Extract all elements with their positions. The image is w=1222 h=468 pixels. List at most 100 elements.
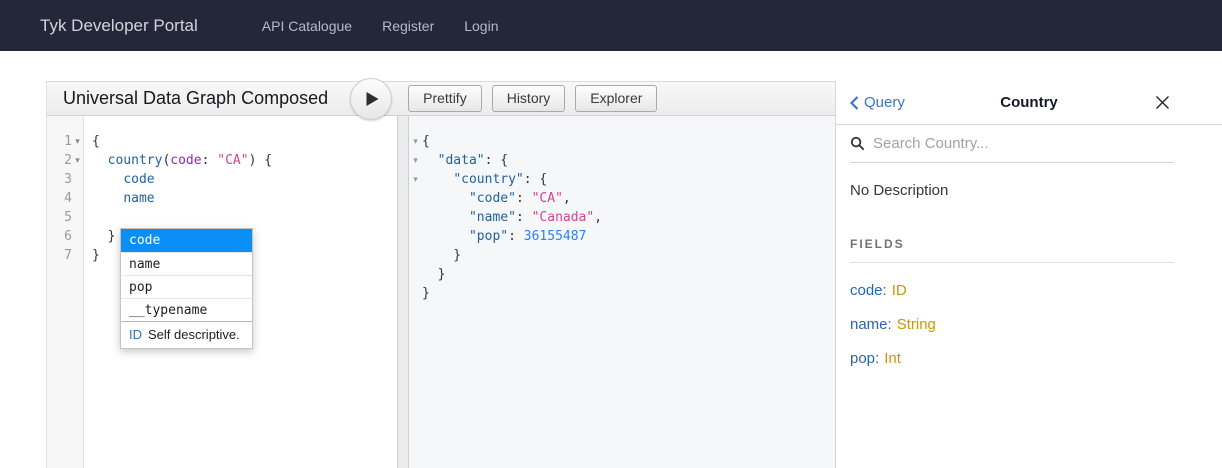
gutter-line: 6 bbox=[47, 227, 83, 246]
field-name-link[interactable]: name bbox=[850, 316, 888, 333]
fold-arrow-icon[interactable]: ▾ bbox=[409, 151, 422, 170]
code-token: "country" bbox=[453, 172, 523, 187]
code-token bbox=[422, 153, 438, 168]
navbar-links: API Catalogue Register Login bbox=[232, 18, 499, 34]
code-token bbox=[422, 172, 453, 187]
code-line: "name": "Canada", bbox=[422, 208, 602, 227]
doc-explorer: Query Country No Descript bbox=[835, 81, 1222, 468]
code-line: "country": { bbox=[422, 170, 547, 189]
nav-link-register[interactable]: Register bbox=[382, 18, 434, 34]
toolbar-buttons: Prettify History Explorer bbox=[392, 85, 657, 112]
code-token: "code" bbox=[469, 191, 516, 206]
gutter-line: 3 bbox=[47, 170, 83, 189]
fold-arrow-icon[interactable]: ▾ bbox=[409, 170, 422, 189]
code-token bbox=[92, 172, 123, 187]
field-colon: : bbox=[883, 282, 887, 299]
code-token bbox=[422, 229, 469, 244]
nav-link-login[interactable]: Login bbox=[464, 18, 498, 34]
code-token: : { bbox=[524, 172, 547, 187]
explorer-button[interactable]: Explorer bbox=[575, 85, 657, 112]
code-token: country bbox=[108, 153, 163, 168]
autocomplete-item-code[interactable]: code bbox=[121, 229, 252, 252]
doc-explorer-header: Query Country bbox=[836, 81, 1222, 125]
main-content: Universal Data Graph Composed PrettifyHi… bbox=[46, 81, 1222, 468]
code-token bbox=[422, 191, 469, 206]
execute-query-button[interactable] bbox=[350, 78, 392, 120]
code-token: { bbox=[422, 134, 430, 149]
code-token: name bbox=[123, 191, 154, 206]
autocomplete-item-typename[interactable]: __typename bbox=[121, 298, 252, 321]
gutter-line: 7 bbox=[47, 246, 83, 265]
code-token: : bbox=[516, 191, 532, 206]
code-token: { bbox=[92, 134, 100, 149]
autocomplete-item-name[interactable]: name bbox=[121, 252, 252, 275]
doc-close-button[interactable] bbox=[1155, 95, 1170, 110]
fold-arrow-icon[interactable]: ▾ bbox=[72, 155, 83, 166]
result-line: "code": "CA", bbox=[409, 189, 835, 208]
brand-title[interactable]: Tyk Developer Portal bbox=[40, 16, 198, 36]
line-number: 5 bbox=[64, 210, 72, 225]
doc-description: No Description bbox=[850, 182, 1174, 199]
code-token: "name" bbox=[469, 210, 516, 225]
code-token: : bbox=[516, 210, 532, 225]
code-token: 36155487 bbox=[524, 229, 587, 244]
play-icon bbox=[362, 91, 380, 107]
autocomplete-type-label[interactable]: ID bbox=[129, 327, 142, 342]
pane-resize-handle[interactable] bbox=[397, 116, 409, 468]
code-token bbox=[92, 191, 123, 206]
editor-gutter: 1▾2▾34567 bbox=[47, 116, 84, 468]
editors-area: 1▾2▾34567 { country(code: "CA") { code n… bbox=[47, 116, 835, 468]
code-line bbox=[92, 208, 397, 227]
fold-arrow-icon[interactable]: ▾ bbox=[72, 136, 83, 147]
nav-link-api-catalogue[interactable]: API Catalogue bbox=[262, 18, 352, 34]
fold-spacer bbox=[409, 246, 422, 265]
fold-spacer bbox=[409, 227, 422, 246]
fold-spacer bbox=[409, 265, 422, 284]
code-line: } bbox=[422, 246, 461, 265]
code-line: "data": { bbox=[422, 151, 508, 170]
field-name-link[interactable]: code bbox=[850, 282, 883, 299]
result-line: "pop": 36155487 bbox=[409, 227, 835, 246]
doc-back-link[interactable]: Query bbox=[850, 81, 905, 124]
autocomplete-popup: codenamepop__typename ID Self descriptive… bbox=[120, 228, 253, 349]
field-type-link[interactable]: ID bbox=[892, 282, 907, 299]
graphiql-panel: Universal Data Graph Composed PrettifyHi… bbox=[46, 81, 835, 468]
field-colon: : bbox=[888, 316, 892, 333]
doc-fields-heading: FIELDS bbox=[850, 237, 1174, 251]
autocomplete-info: ID Self descriptive. bbox=[121, 321, 252, 348]
code-token: , bbox=[563, 191, 571, 206]
code-token: code bbox=[170, 153, 201, 168]
doc-search-input[interactable] bbox=[873, 135, 1174, 152]
code-token bbox=[422, 210, 469, 225]
code-token: : { bbox=[485, 153, 508, 168]
result-line: } bbox=[409, 246, 835, 265]
field-name-link[interactable]: pop bbox=[850, 350, 875, 367]
prettify-button[interactable]: Prettify bbox=[408, 85, 482, 112]
field-type-link[interactable]: Int bbox=[884, 350, 901, 367]
line-number: 7 bbox=[64, 248, 72, 263]
line-number: 3 bbox=[64, 172, 72, 187]
code-token: "pop" bbox=[469, 229, 508, 244]
fold-spacer bbox=[409, 208, 422, 227]
autocomplete-item-pop[interactable]: pop bbox=[121, 275, 252, 298]
gutter-line: 1▾ bbox=[47, 132, 83, 151]
code-token: "Canada" bbox=[532, 210, 595, 225]
field-colon: : bbox=[875, 350, 879, 367]
code-token: "CA" bbox=[532, 191, 563, 206]
graphiql-toolbar: Universal Data Graph Composed PrettifyHi… bbox=[47, 82, 835, 116]
line-number: 4 bbox=[64, 191, 72, 206]
autocomplete-description: Self descriptive. bbox=[148, 327, 240, 342]
code-line: country(code: "CA") { bbox=[92, 151, 397, 170]
code-line: { bbox=[92, 132, 397, 151]
doc-field-code: code: ID bbox=[850, 282, 1174, 299]
fold-arrow-icon[interactable]: ▾ bbox=[409, 132, 422, 151]
code-token: , bbox=[594, 210, 602, 225]
doc-back-label: Query bbox=[864, 94, 905, 111]
doc-field-name: name: String bbox=[850, 316, 1174, 333]
history-button[interactable]: History bbox=[492, 85, 566, 112]
code-token: ) { bbox=[249, 153, 272, 168]
code-token: "data" bbox=[438, 153, 485, 168]
code-line: code bbox=[92, 170, 397, 189]
field-type-link[interactable]: String bbox=[897, 316, 936, 333]
doc-search bbox=[850, 125, 1174, 163]
